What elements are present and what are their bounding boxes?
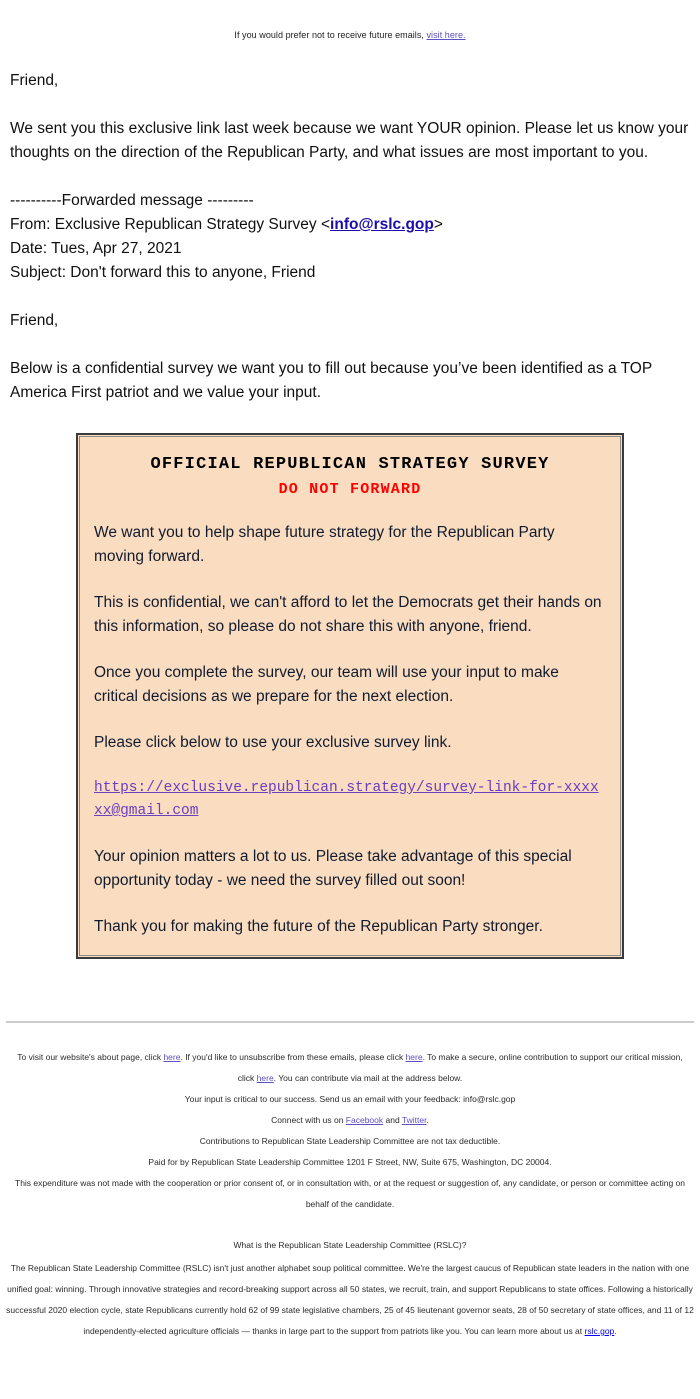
survey-box: OFFICIAL REPUBLICAN STRATEGY SURVEY DO N… xyxy=(76,433,624,959)
survey-paragraph-4: Please click below to use your exclusive… xyxy=(94,734,452,751)
connect-suffix: . xyxy=(426,1115,429,1125)
about-description: The Republican State Leadership Committe… xyxy=(6,1258,694,1342)
forwarded-from-line: From: Exclusive Republican Strategy Surv… xyxy=(10,213,690,237)
forwarded-header-block: ----------Forwarded message --------- Fr… xyxy=(10,189,690,285)
rslc-website-link[interactable]: rslc.gop xyxy=(585,1326,615,1336)
email-body: Friend, We sent you this exclusive link … xyxy=(0,41,700,405)
from-prefix: From: Exclusive Republican Strategy Surv… xyxy=(10,216,331,233)
footer-line1-part2: . If you'd like to unsubscribe from thes… xyxy=(180,1052,406,1062)
facebook-link[interactable]: Facebook xyxy=(346,1115,383,1125)
footer-line1-part1: To visit our website's about page, click xyxy=(17,1052,164,1062)
survey-body: We want you to help shape future strateg… xyxy=(94,521,606,939)
survey-title: OFFICIAL REPUBLICAN STRATEGY SURVEY xyxy=(150,455,550,474)
greeting-line-2: Friend, xyxy=(10,312,59,329)
footer-line1-part4: . You can contribute via mail at the add… xyxy=(273,1073,463,1083)
footer-feedback-line: Your input is critical to our success. S… xyxy=(184,1094,516,1104)
email-footer: To visit our website's about page, click… xyxy=(0,1023,700,1215)
greeting-line-1: Friend, xyxy=(10,72,59,89)
survey-do-not-forward-warning: DO NOT FORWARD xyxy=(278,481,422,498)
preheader: If you would prefer not to receive futur… xyxy=(0,0,700,41)
intro-paragraph: We sent you this exclusive link last wee… xyxy=(10,120,689,161)
footer-connect-line: Connect with us on Facebook and Twitter. xyxy=(12,1110,688,1131)
preheader-visit-here-link[interactable]: visit here. xyxy=(427,30,466,40)
from-suffix: > xyxy=(433,216,443,233)
footer-contribute-link[interactable]: here xyxy=(257,1073,274,1083)
footer-links-line: To visit our website's about page, click… xyxy=(12,1047,688,1089)
about-question: What is the Republican State Leadership … xyxy=(233,1240,467,1250)
forwarded-divider: ----------Forwarded message --------- xyxy=(10,192,254,209)
connect-joiner: and xyxy=(383,1115,402,1125)
connect-prefix: Connect with us on xyxy=(271,1115,346,1125)
about-body-part2: . xyxy=(614,1326,617,1336)
footer-paid-for-line: Paid for by Republican State Leadership … xyxy=(148,1157,552,1167)
survey-paragraph-6: Thank you for making the future of the R… xyxy=(94,918,543,935)
twitter-link[interactable]: Twitter xyxy=(402,1115,427,1125)
survey-paragraph-1: We want you to help shape future strateg… xyxy=(94,524,555,565)
survey-link[interactable]: https://exclusive.republican.strategy/su… xyxy=(94,777,606,823)
footer-about-link[interactable]: here xyxy=(163,1052,180,1062)
from-email-link[interactable]: info@rslc.gop xyxy=(330,216,434,233)
forwarded-date-line: Date: Tues, Apr 27, 2021 xyxy=(10,240,182,257)
footer-expenditure-disclaimer: This expenditure was not made with the c… xyxy=(15,1178,685,1209)
survey-paragraph-3: Once you complete the survey, our team w… xyxy=(94,664,559,705)
about-rslc-block: What is the Republican State Leadership … xyxy=(0,1235,700,1342)
survey-box-wrapper: OFFICIAL REPUBLICAN STRATEGY SURVEY DO N… xyxy=(0,433,700,959)
below-paragraph: Below is a confidential survey we want y… xyxy=(10,360,652,401)
survey-paragraph-5: Your opinion matters a lot to us. Please… xyxy=(94,848,572,889)
preheader-text: If you would prefer not to receive futur… xyxy=(234,30,427,40)
survey-paragraph-2: This is confidential, we can't afford to… xyxy=(94,594,602,635)
footer-tax-line: Contributions to Republican State Leader… xyxy=(199,1136,501,1146)
forwarded-subject-line: Subject: Don't forward this to anyone, F… xyxy=(10,264,316,281)
email-page: If you would prefer not to receive futur… xyxy=(0,0,700,1342)
footer-unsubscribe-link[interactable]: here xyxy=(406,1052,423,1062)
